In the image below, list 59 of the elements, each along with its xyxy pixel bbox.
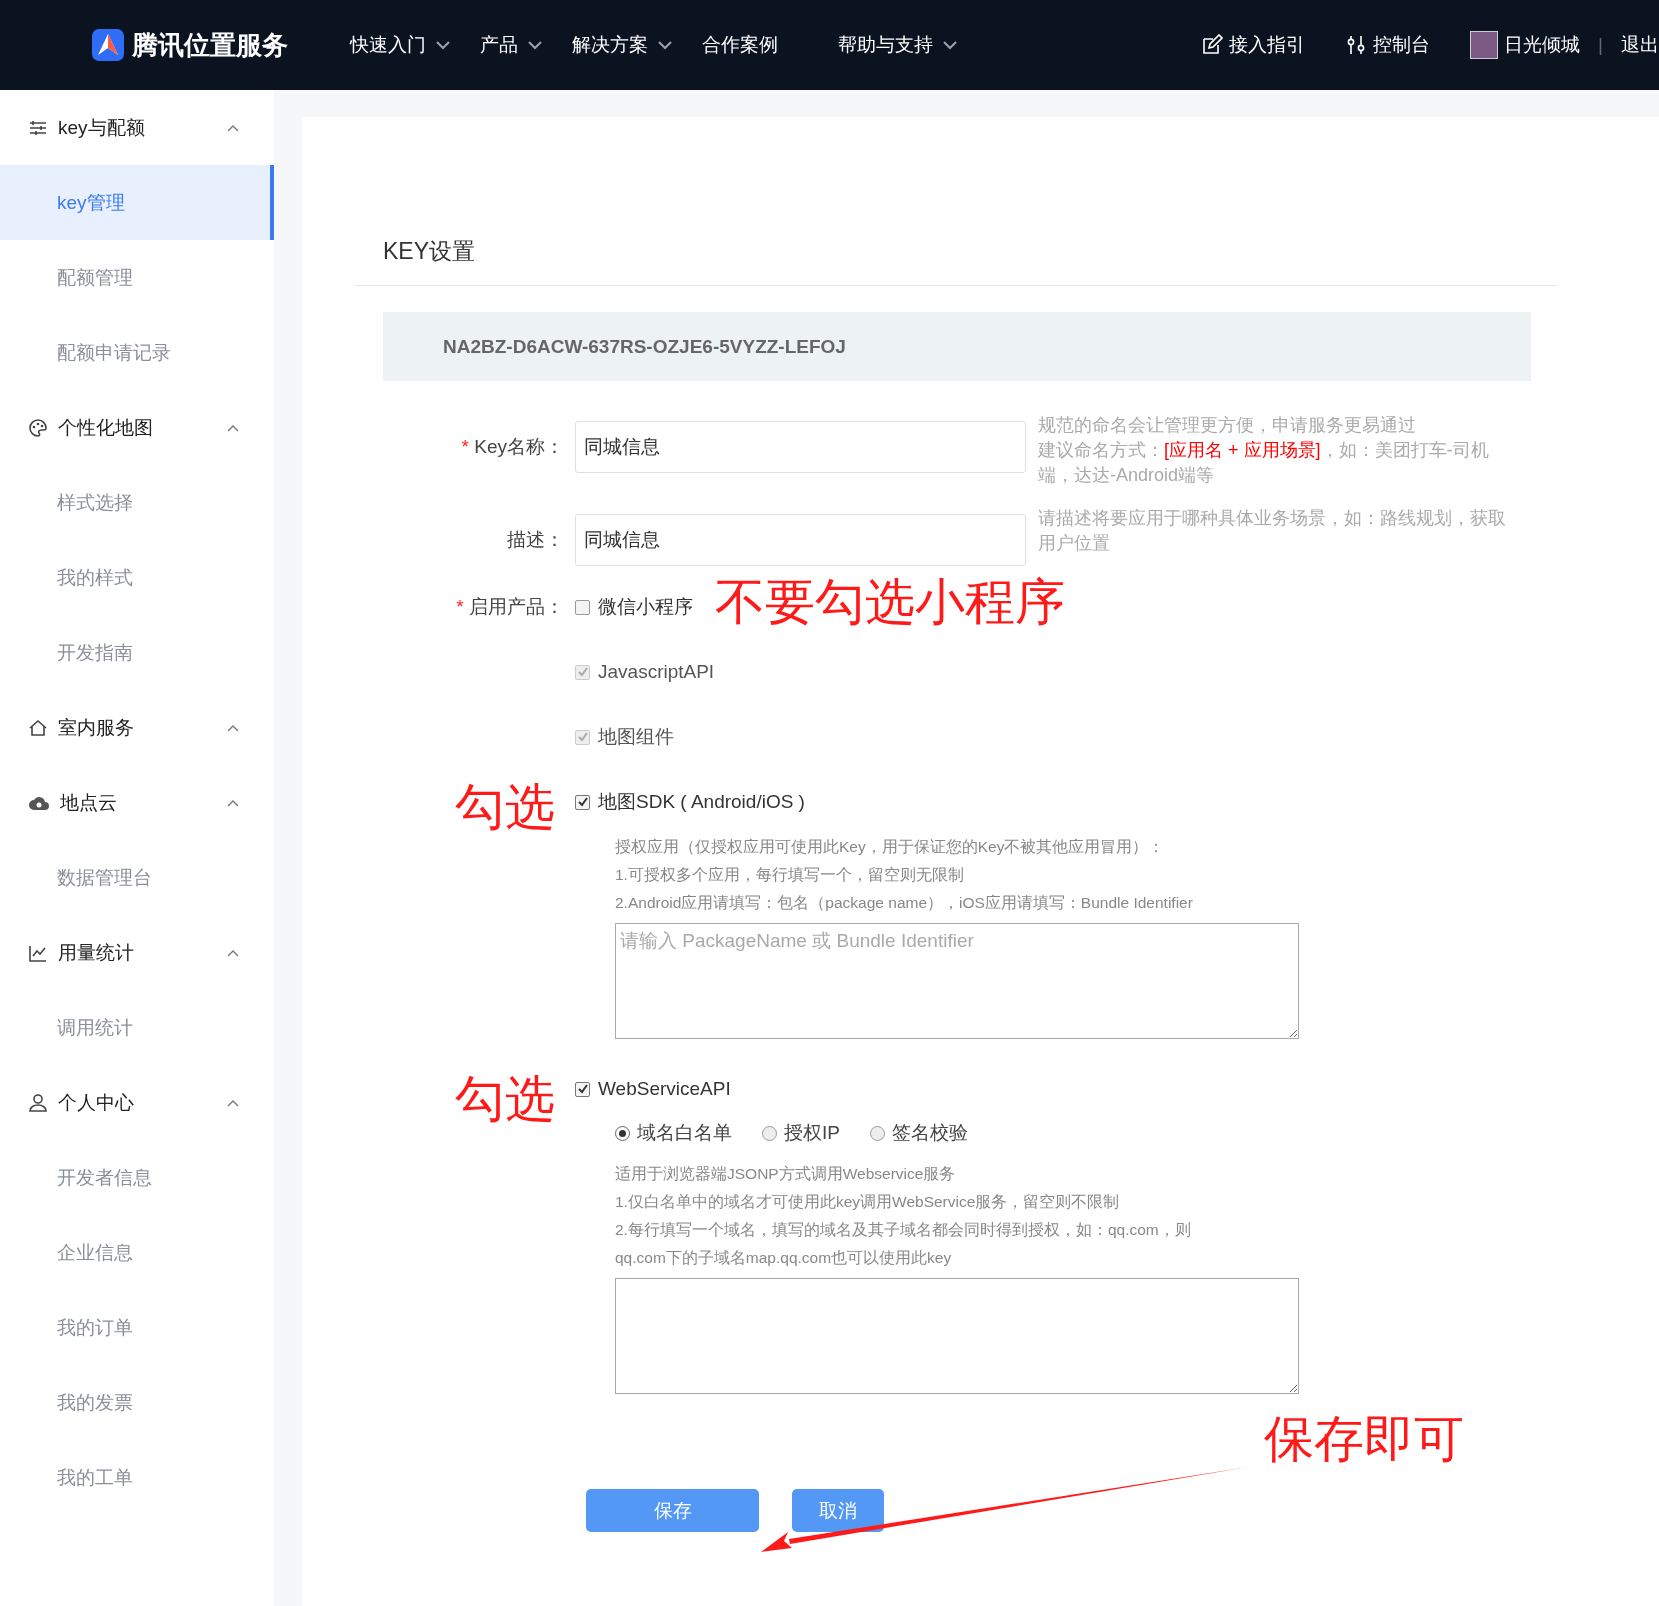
checkbox-label[interactable]: 微信小程序	[598, 594, 693, 620]
key-value: NA2BZ-D6ACW-637RS-OZJE6-5VYZZ-LEFOJ	[383, 312, 1531, 381]
hint-text: 规范的命名会让管理更方便，申请服务更易通过	[1038, 414, 1417, 437]
radio-option[interactable]: 授权IP	[762, 1120, 840, 1146]
checkbox-label[interactable]: 地图SDK ( Android/iOS )	[598, 789, 805, 815]
field-label: * Key名称：	[460, 435, 565, 459]
help-text: 适用于浏览器端JSONP方式调用Webservice服务	[615, 1164, 957, 1184]
radio-option[interactable]: 签名校验	[869, 1120, 968, 1146]
chevron-down-icon	[528, 40, 542, 50]
annotation-text: 勾选	[455, 1074, 555, 1124]
nav-link[interactable]: 合作案例	[702, 32, 778, 58]
help-text: 授权应用（仅授权应用可使用此Key，用于保证您的Key不被其他应用冒用）：	[615, 837, 1166, 857]
radio-option[interactable]: 域名白名单	[615, 1120, 732, 1146]
logo-text[interactable]: 腾讯位置服务	[132, 27, 288, 63]
checkbox[interactable]	[575, 794, 590, 810]
page-title: KEY设置	[383, 237, 477, 266]
hint-text: 建议命名方式：[应用名 + 应用场景]，如：美团打车-司机端，达达-Android端等	[1038, 439, 1490, 487]
hint-text: 请描述将要应用于哪种具体业务场景，如：路线规划，获取用户位置	[1038, 507, 1507, 555]
nav-link[interactable]: 快速入门	[350, 32, 450, 58]
sidebar-item[interactable]: key管理	[0, 165, 274, 240]
user-icon	[28, 1092, 48, 1113]
help-text: 2.每行填写一个域名，填写的域名及其子域名都会同时得到授权，如：qq.com，则qq.com下的子域名map.qq.com也可以使用此key	[615, 1220, 1192, 1268]
textarea-field[interactable]: 请输入 PackageName 或 Bundle Identifier	[615, 923, 1299, 1039]
user-name[interactable]: 日光倾城	[1504, 32, 1581, 58]
sidebar-group[interactable]: 用量统计	[0, 915, 274, 990]
home-icon	[28, 717, 48, 738]
input-field[interactable]: 同城信息	[575, 421, 1026, 473]
help-text: 2.Android应用请填写：包名（package name），iOS应用请填写：Bundle Identifier	[615, 893, 1194, 913]
checkbox-label[interactable]: WebServiceAPI	[598, 1078, 731, 1100]
chevron-down-icon	[943, 40, 957, 50]
checkbox[interactable]	[575, 1081, 590, 1097]
checkbox[interactable]	[575, 599, 590, 615]
help-text: 1.可授权多个应用，每行填写一个，留空则无限制	[615, 865, 965, 885]
logo-icon	[92, 29, 124, 61]
nav-link[interactable]: 产品	[480, 32, 542, 58]
sidebar-group[interactable]: 个人中心	[0, 1065, 274, 1140]
header-link[interactable]: 控制台	[1345, 32, 1431, 58]
logout-link[interactable]: 退出	[1621, 32, 1659, 58]
annotation-text: 勾选	[455, 782, 555, 832]
input-field[interactable]: 同城信息	[575, 514, 1026, 566]
edit-icon	[1201, 34, 1224, 56]
sidebar-group[interactable]: key与配额	[0, 90, 274, 165]
annotation-text: 不要勾选小程序	[715, 577, 1065, 627]
header-link[interactable]: 接入指引	[1201, 32, 1306, 58]
sidebar-group[interactable]: 个性化地图	[0, 390, 274, 465]
help-text: 1.仅白名单中的域名才可使用此key调用WebService服务，留空则不限制	[615, 1192, 1121, 1212]
avatar[interactable]	[1470, 31, 1499, 59]
chevron-down-icon	[436, 40, 450, 50]
palette-icon	[28, 417, 48, 438]
sidebar-group[interactable]: 地点云	[0, 765, 274, 840]
separator: |	[1598, 34, 1603, 56]
field-label: 描述：	[506, 528, 565, 552]
field-label: * 启用产品：	[455, 595, 565, 619]
annotation-text: 保存即可	[1264, 1414, 1464, 1464]
chevron-down-icon	[658, 40, 672, 50]
nav-link[interactable]: 解决方案	[572, 32, 672, 58]
nav-link[interactable]: 帮助与支持	[838, 32, 957, 58]
textarea-field[interactable]	[615, 1278, 1299, 1394]
sidebar-group[interactable]: 室内服务	[0, 690, 274, 765]
